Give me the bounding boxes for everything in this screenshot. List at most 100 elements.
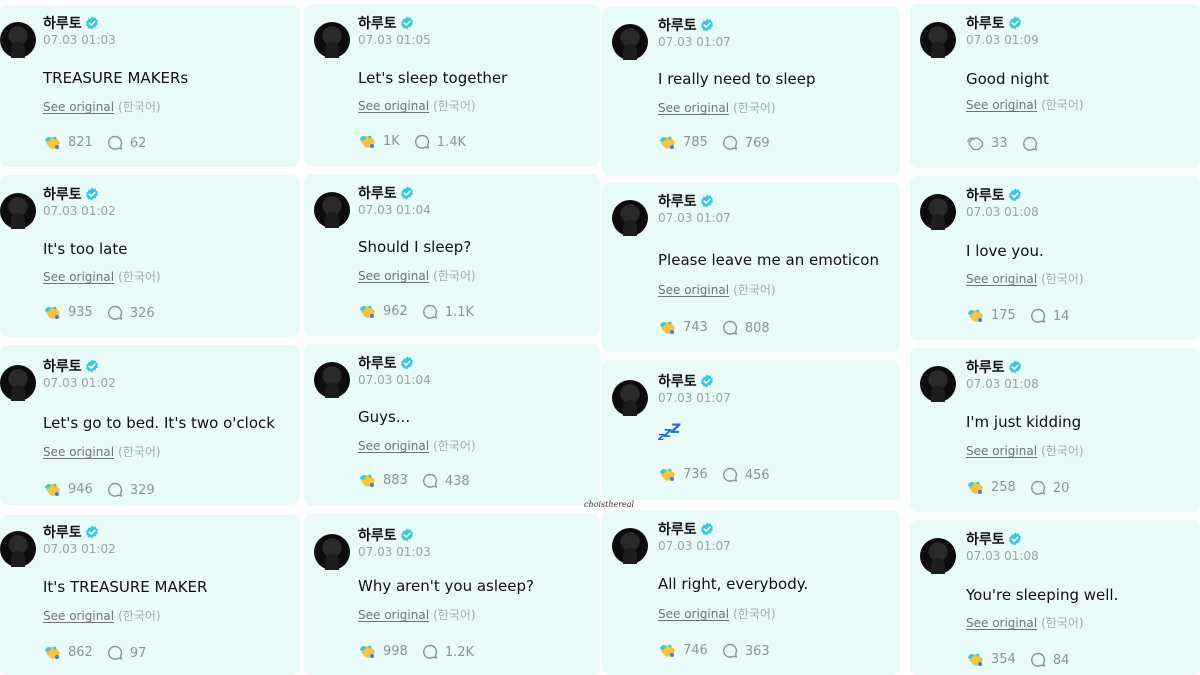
post-card[interactable]: 하루토 07.03 01:08 You're sleeping well. See o… [910, 520, 1200, 675]
avatar[interactable] [920, 366, 956, 402]
comment-button[interactable]: 62 [107, 135, 146, 151]
original-language: (한국어) [733, 101, 776, 115]
author-name[interactable]: 하루토 [658, 519, 714, 539]
reaction-button[interactable]: 946 [43, 480, 93, 498]
see-original-link[interactable]: See original [658, 101, 729, 115]
post-card[interactable]: 하루토 07.03 01:07 Please leave me an emotico… [602, 182, 900, 352]
see-original-link[interactable]: See original [43, 100, 114, 114]
avatar[interactable] [314, 22, 350, 58]
see-original-link[interactable]: See original [966, 272, 1037, 286]
avatar[interactable] [0, 365, 36, 401]
see-original-link[interactable]: See original [658, 283, 729, 297]
comment-button[interactable]: 438 [422, 473, 470, 489]
author-name[interactable]: 하루토 [43, 356, 99, 376]
avatar[interactable] [920, 194, 956, 230]
comment-button[interactable]: 456 [722, 467, 770, 483]
original-language: (한국어) [1041, 98, 1084, 112]
comment-button[interactable]: 329 [107, 482, 155, 498]
comment-button[interactable]: 326 [107, 305, 155, 321]
comment-button[interactable]: 769 [722, 135, 770, 151]
author-name[interactable]: 하루토 [966, 13, 1022, 33]
avatar[interactable] [0, 193, 36, 229]
post-card[interactable]: 하루토 07.03 01:02 It's too late See original (… [0, 175, 300, 337]
comment-button[interactable]: 1.2K [422, 644, 474, 660]
see-original-link[interactable]: See original [358, 439, 429, 453]
reaction-button[interactable]: 883 [358, 471, 408, 489]
comment-button[interactable] [1022, 136, 1045, 152]
author-name[interactable]: 하루토 [358, 353, 414, 373]
avatar[interactable] [314, 534, 350, 570]
avatar[interactable] [612, 24, 648, 60]
author-name[interactable]: 하루토 [966, 357, 1022, 377]
avatar[interactable] [612, 200, 648, 236]
reaction-button[interactable]: 743 [658, 318, 708, 336]
avatar[interactable] [920, 538, 956, 574]
see-original-link[interactable]: See original [358, 608, 429, 622]
avatar[interactable] [314, 362, 350, 398]
comment-button[interactable]: 97 [107, 645, 146, 661]
post-card[interactable]: 하루토 07.03 01:08 I love you. See original (한국… [910, 176, 1200, 340]
post-card[interactable]: 하루토 07.03 01:07 I really need to sleep See … [602, 6, 900, 176]
post-card[interactable]: 하루토 07.03 01:05 Let's sleep together See or… [304, 4, 600, 166]
see-original-link[interactable]: See original [43, 445, 114, 459]
author-name[interactable]: 하루토 [43, 522, 99, 542]
see-original-link[interactable]: See original [43, 609, 114, 623]
avatar[interactable] [0, 531, 36, 567]
post-card[interactable]: 하루토 07.03 01:09 Good night See original (한국어… [910, 4, 1200, 168]
post-card[interactable]: 하루토 07.03 01:03 Why aren't you asleep? See … [304, 514, 600, 675]
see-original-link[interactable]: See original [966, 98, 1037, 112]
see-original-link[interactable]: See original [966, 616, 1037, 630]
author-name[interactable]: 하루토 [43, 13, 99, 33]
avatar[interactable] [612, 528, 648, 564]
reaction-button[interactable]: 962 [358, 302, 408, 320]
author-name[interactable]: 하루토 [658, 15, 714, 35]
reaction-button[interactable]: 998 [358, 642, 408, 660]
post-card[interactable]: 하루토 07.03 01:04 Guys... See original (한국어) 88… [304, 344, 600, 506]
reaction-button[interactable]: 33 [966, 134, 1008, 152]
avatar[interactable] [920, 22, 956, 58]
reaction-button[interactable]: 862 [43, 643, 93, 661]
see-original-link[interactable]: See original [358, 269, 429, 283]
reaction-button[interactable]: 821 [43, 133, 93, 151]
see-original-link[interactable]: See original [966, 444, 1037, 458]
see-original-link[interactable]: See original [658, 607, 729, 621]
post-card[interactable]: 하루토 07.03 01:02 Let's go to bed. It's two … [0, 345, 300, 505]
reaction-button[interactable]: 175 [966, 306, 1016, 324]
translation-row: See original (한국어) [358, 606, 476, 623]
avatar[interactable] [612, 380, 648, 416]
author-name[interactable]: 하루토 [43, 184, 99, 204]
see-original-link[interactable]: See original [43, 270, 114, 284]
comment-button[interactable]: 363 [722, 643, 770, 659]
reaction-button[interactable]: 785 [658, 133, 708, 151]
verified-badge [400, 356, 414, 370]
author-name[interactable]: 하루토 [358, 183, 414, 203]
author-name[interactable]: 하루토 [966, 185, 1022, 205]
author-name[interactable]: 하루토 [658, 371, 714, 391]
reaction-button[interactable]: 736 [658, 465, 708, 483]
post-card[interactable]: 하루토 07.03 01:07 All right, everybody. See o… [602, 510, 900, 675]
reaction-button[interactable]: 258 [966, 478, 1016, 496]
comment-button[interactable]: 20 [1030, 480, 1069, 496]
post-card[interactable]: 하루토 07.03 01:07 zzz 736 456 [602, 360, 900, 500]
author-name[interactable]: 하루토 [358, 13, 414, 33]
author-name[interactable]: 하루토 [658, 191, 714, 211]
comment-button[interactable]: 1.4K [414, 134, 466, 150]
avatar[interactable] [314, 192, 350, 228]
comment-button[interactable]: 84 [1030, 652, 1069, 668]
post-card[interactable]: 하루토 07.03 01:02 It's TREASURE MAKER See ori… [0, 515, 300, 675]
reaction-button[interactable]: 1K [358, 132, 400, 150]
verified-badge [400, 16, 414, 30]
comment-button[interactable]: 1.1K [422, 304, 474, 320]
author-name[interactable]: 하루토 [358, 525, 414, 545]
avatar[interactable] [0, 22, 36, 58]
post-card[interactable]: 하루토 07.03 01:03 TREASURE MAKERs See origina… [0, 5, 300, 167]
see-original-link[interactable]: See original [358, 99, 429, 113]
author-name[interactable]: 하루토 [966, 529, 1022, 549]
reaction-button[interactable]: 354 [966, 650, 1016, 668]
comment-button[interactable]: 808 [722, 320, 770, 336]
post-card[interactable]: 하루토 07.03 01:04 Should I sleep? See origina… [304, 174, 600, 336]
comment-button[interactable]: 14 [1030, 308, 1069, 324]
reaction-button[interactable]: 746 [658, 641, 708, 659]
reaction-button[interactable]: 935 [43, 303, 93, 321]
post-card[interactable]: 하루토 07.03 01:08 I'm just kidding See origin… [910, 348, 1200, 512]
